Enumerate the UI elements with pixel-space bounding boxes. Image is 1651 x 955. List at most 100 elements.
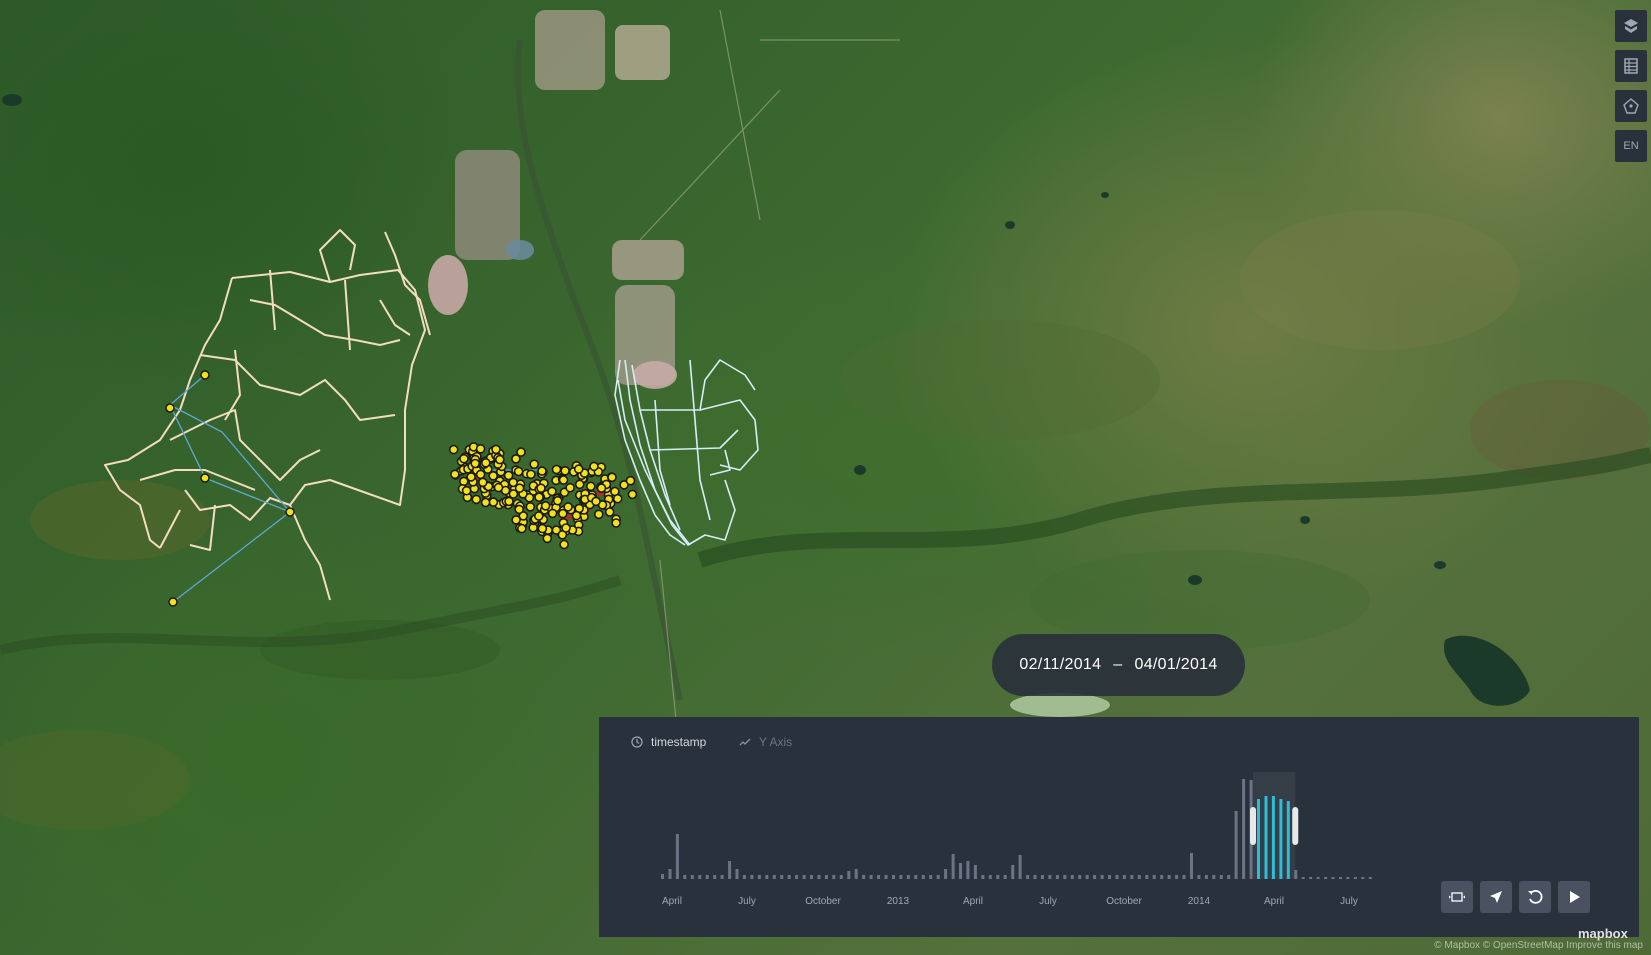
histogram-bar bbox=[795, 875, 799, 879]
map-point bbox=[612, 493, 623, 504]
histogram-bar bbox=[705, 875, 709, 879]
histogram-bar bbox=[988, 875, 992, 879]
histogram-bar bbox=[1003, 875, 1007, 879]
histogram-bar bbox=[757, 875, 761, 879]
map-point bbox=[448, 444, 459, 455]
axis-tick-label: July bbox=[738, 896, 756, 907]
histogram-bar bbox=[1137, 875, 1141, 879]
axis-tick-label: April bbox=[963, 896, 983, 907]
map-point bbox=[625, 475, 636, 486]
draw-polygon-button[interactable] bbox=[1615, 90, 1647, 122]
table-button[interactable] bbox=[1615, 50, 1647, 82]
histogram-bar bbox=[1331, 877, 1335, 879]
language-button[interactable]: EN bbox=[1615, 130, 1647, 162]
river-valley-west bbox=[0, 575, 622, 655]
map-point bbox=[529, 459, 540, 470]
histogram-bar bbox=[1078, 875, 1082, 879]
histogram-bar bbox=[839, 875, 843, 879]
histogram-bar bbox=[668, 869, 672, 879]
histogram-bar bbox=[1346, 877, 1350, 879]
time-window-button[interactable] bbox=[1441, 881, 1473, 913]
histogram-bar bbox=[959, 863, 962, 879]
histogram-bar bbox=[1309, 877, 1313, 879]
histogram-bar bbox=[1108, 875, 1111, 879]
histogram-bar bbox=[1353, 877, 1357, 879]
axis-tick-label: April bbox=[662, 896, 682, 907]
axis-tick-label: 2014 bbox=[1188, 896, 1211, 907]
map-point bbox=[591, 496, 601, 507]
layers-button[interactable] bbox=[1615, 10, 1647, 42]
map-point bbox=[526, 469, 536, 480]
map-point bbox=[559, 539, 569, 550]
histogram-bar bbox=[1085, 875, 1089, 879]
histogram-bar bbox=[1070, 875, 1074, 879]
layers-icon bbox=[1624, 19, 1638, 33]
histogram-bar bbox=[854, 869, 858, 879]
map-point bbox=[511, 515, 521, 525]
histogram-bar bbox=[1219, 875, 1223, 879]
map-point bbox=[552, 495, 563, 506]
histogram-bar bbox=[832, 875, 836, 879]
play-icon bbox=[1570, 891, 1580, 903]
histogram-bar bbox=[1242, 779, 1246, 879]
histogram-bar bbox=[690, 875, 694, 879]
histogram-bar bbox=[1018, 855, 1022, 879]
map-point bbox=[537, 466, 547, 476]
map-attribution[interactable]: © Mapbox © OpenStreetMap Improve this ma… bbox=[1434, 940, 1643, 951]
map-point bbox=[547, 486, 557, 497]
histogram-bar bbox=[1175, 875, 1179, 879]
brush-handle-right[interactable] bbox=[1292, 807, 1299, 845]
brush-selection[interactable] bbox=[1253, 772, 1296, 879]
histogram-bar bbox=[1339, 877, 1342, 879]
histogram-bar bbox=[981, 875, 985, 879]
histogram-bar bbox=[1048, 875, 1052, 879]
histogram-bar bbox=[1361, 877, 1365, 879]
map-point bbox=[607, 472, 617, 483]
axis-tick-label: 2013 bbox=[887, 896, 910, 907]
histogram-bar bbox=[802, 875, 806, 879]
reset-icon bbox=[1528, 889, 1543, 904]
histogram-bar bbox=[899, 875, 903, 879]
map-point bbox=[534, 492, 544, 503]
map-point bbox=[470, 458, 481, 469]
map-point bbox=[480, 497, 491, 508]
play-button[interactable] bbox=[1558, 881, 1590, 913]
histogram-bar bbox=[1055, 875, 1059, 879]
histogram-bar bbox=[1033, 875, 1037, 879]
histogram-bar bbox=[772, 875, 776, 879]
map-point bbox=[525, 501, 536, 512]
language-label: EN bbox=[1623, 140, 1639, 152]
axis-tick-label: July bbox=[1039, 896, 1057, 907]
map-point bbox=[466, 472, 476, 482]
histogram-bar bbox=[914, 875, 918, 879]
map-point bbox=[585, 481, 596, 492]
speed-button[interactable] bbox=[1480, 881, 1512, 913]
histogram-bar bbox=[951, 854, 955, 879]
map-point bbox=[589, 461, 599, 472]
track-right bbox=[614, 359, 759, 546]
time-playback-panel: timestamp Y Axis April July October 2013 Apr… bbox=[599, 717, 1639, 937]
histogram-bar bbox=[1182, 875, 1186, 879]
map-point bbox=[504, 496, 514, 507]
histogram-bar bbox=[713, 875, 717, 879]
time-range-display: 02/11/2014 – 04/01/2014 bbox=[992, 634, 1245, 696]
axis-tick-label: October bbox=[805, 896, 841, 907]
histogram-bar bbox=[1167, 875, 1171, 879]
map-point bbox=[508, 489, 519, 499]
axis-tick-label: April bbox=[1264, 896, 1284, 907]
histogram-bar bbox=[1100, 875, 1104, 879]
map-point bbox=[494, 454, 505, 465]
histogram-bar bbox=[1115, 875, 1119, 879]
map-point bbox=[450, 469, 460, 480]
histogram-bar bbox=[683, 875, 687, 879]
histogram-bar bbox=[810, 875, 813, 879]
reset-button[interactable] bbox=[1519, 881, 1551, 913]
histogram-bar bbox=[921, 875, 925, 879]
histogram-bar bbox=[787, 875, 791, 879]
brush-handle-left[interactable] bbox=[1250, 807, 1256, 845]
histogram-bar bbox=[1368, 877, 1372, 879]
map-point bbox=[477, 477, 488, 488]
map-point bbox=[561, 523, 571, 533]
range-start: 02/11/2014 bbox=[1019, 656, 1102, 673]
map-point bbox=[611, 518, 621, 528]
